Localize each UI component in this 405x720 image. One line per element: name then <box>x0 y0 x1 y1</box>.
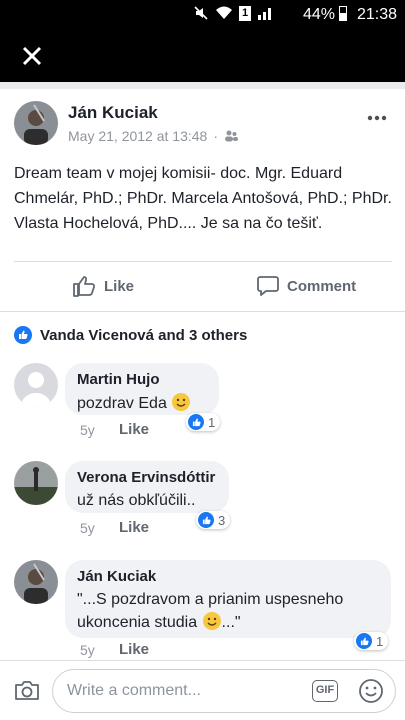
emoji-button[interactable] <box>358 678 384 709</box>
comment-author[interactable]: Ján Kuciak <box>77 568 379 585</box>
comment-bubble: Verona Ervinsdóttir už nás obkľúčili.. <box>65 461 229 513</box>
comment-text: už nás obkľúčili.. <box>77 492 196 509</box>
close-icon <box>22 46 42 66</box>
reactions-text: Vanda Vicenová and 3 others <box>40 326 248 344</box>
smiley-emoji-icon <box>172 393 191 411</box>
comment-button[interactable]: Comment <box>257 275 356 297</box>
comment-like-button[interactable]: Like <box>119 641 149 658</box>
post-date[interactable]: May 21, 2012 at 13:48 <box>68 128 207 144</box>
like-reaction-icon <box>198 512 214 528</box>
comment-bubble: Ján Kuciak "...S pozdravom a prianim usp… <box>65 560 391 638</box>
smiley-emoji-icon <box>202 612 221 630</box>
comment-time: 5y <box>80 422 95 438</box>
signal-icon <box>258 8 271 20</box>
comment-like-button[interactable]: Like <box>119 519 149 536</box>
comment-like-button[interactable]: Like <box>119 421 149 438</box>
comment-label: Comment <box>287 277 357 295</box>
comment-time: 5y <box>80 642 95 658</box>
section-divider <box>0 82 405 89</box>
status-bar: 1 44% 21:38 <box>0 0 405 30</box>
emoji-icon <box>359 679 383 703</box>
sim-icon: 1 <box>239 5 251 21</box>
reaction-count-text: 1 <box>376 633 384 649</box>
comment-text: "...S pozdravom a prianim uspesneho ukon… <box>77 589 379 634</box>
comment-text-line: ukoncenia studia ..." <box>77 611 379 634</box>
comment-author[interactable]: Martin Hujo <box>77 371 207 388</box>
comment-avatar[interactable] <box>14 363 58 407</box>
action-divider <box>14 261 392 262</box>
like-reaction-icon <box>356 633 372 649</box>
comment-text-line: "...S pozdravom a prianim uspesneho <box>77 591 344 608</box>
meta-separator: · <box>213 128 218 144</box>
comment-composer: Write a comment... GIF <box>0 661 405 720</box>
like-reaction-icon <box>14 326 32 344</box>
close-button[interactable] <box>18 42 46 70</box>
friends-icon <box>225 130 238 142</box>
battery-icon <box>339 6 347 21</box>
post-author-name[interactable]: Ján Kuciak <box>68 103 158 123</box>
post-meta: May 21, 2012 at 13:48 · <box>68 128 238 144</box>
comment-reaction-count[interactable]: 3 <box>196 511 231 529</box>
reactions-summary[interactable]: Vanda Vicenová and 3 others <box>14 326 247 344</box>
comment-icon <box>257 276 279 296</box>
comment-author[interactable]: Verona Ervinsdóttir <box>77 469 217 486</box>
reactions-divider <box>0 311 405 312</box>
comment-avatar[interactable] <box>14 560 58 604</box>
mute-icon <box>194 6 208 20</box>
comment-avatar[interactable] <box>14 461 58 505</box>
comment-input[interactable]: Write a comment... <box>52 669 396 713</box>
comment-text-content: pozdrav Eda <box>77 395 167 412</box>
gif-button[interactable]: GIF <box>312 680 338 702</box>
thumbs-up-icon <box>73 276 96 297</box>
comment-reaction-count[interactable]: 1 <box>186 413 221 431</box>
reaction-count-text: 1 <box>208 414 216 430</box>
post-author-avatar[interactable] <box>14 101 58 145</box>
more-icon <box>367 115 387 121</box>
status-icons: 1 <box>193 5 273 21</box>
comment-text: pozdrav Eda <box>77 392 207 415</box>
like-button[interactable]: Like <box>72 275 134 297</box>
reaction-count-text: 3 <box>218 512 226 528</box>
top-bar <box>0 30 405 82</box>
more-options-button[interactable] <box>367 101 387 127</box>
comment-text-content: ukoncenia studia <box>77 614 198 631</box>
clock: 21:38 <box>356 6 397 23</box>
battery-percent: 44% <box>302 6 335 23</box>
comment-time: 5y <box>80 520 95 536</box>
like-label: Like <box>104 277 135 295</box>
comment-text-end: ..." <box>221 614 241 631</box>
wifi-icon <box>216 6 232 19</box>
camera-icon <box>15 681 39 700</box>
post-text: Dream team v mojej komisii- doc. Mgr. Ed… <box>14 165 392 232</box>
like-reaction-icon <box>188 414 204 430</box>
camera-button[interactable] <box>14 679 40 706</box>
comment-bubble: Martin Hujo pozdrav Eda <box>65 363 219 415</box>
comment-reaction-count[interactable]: 1 <box>354 632 389 650</box>
